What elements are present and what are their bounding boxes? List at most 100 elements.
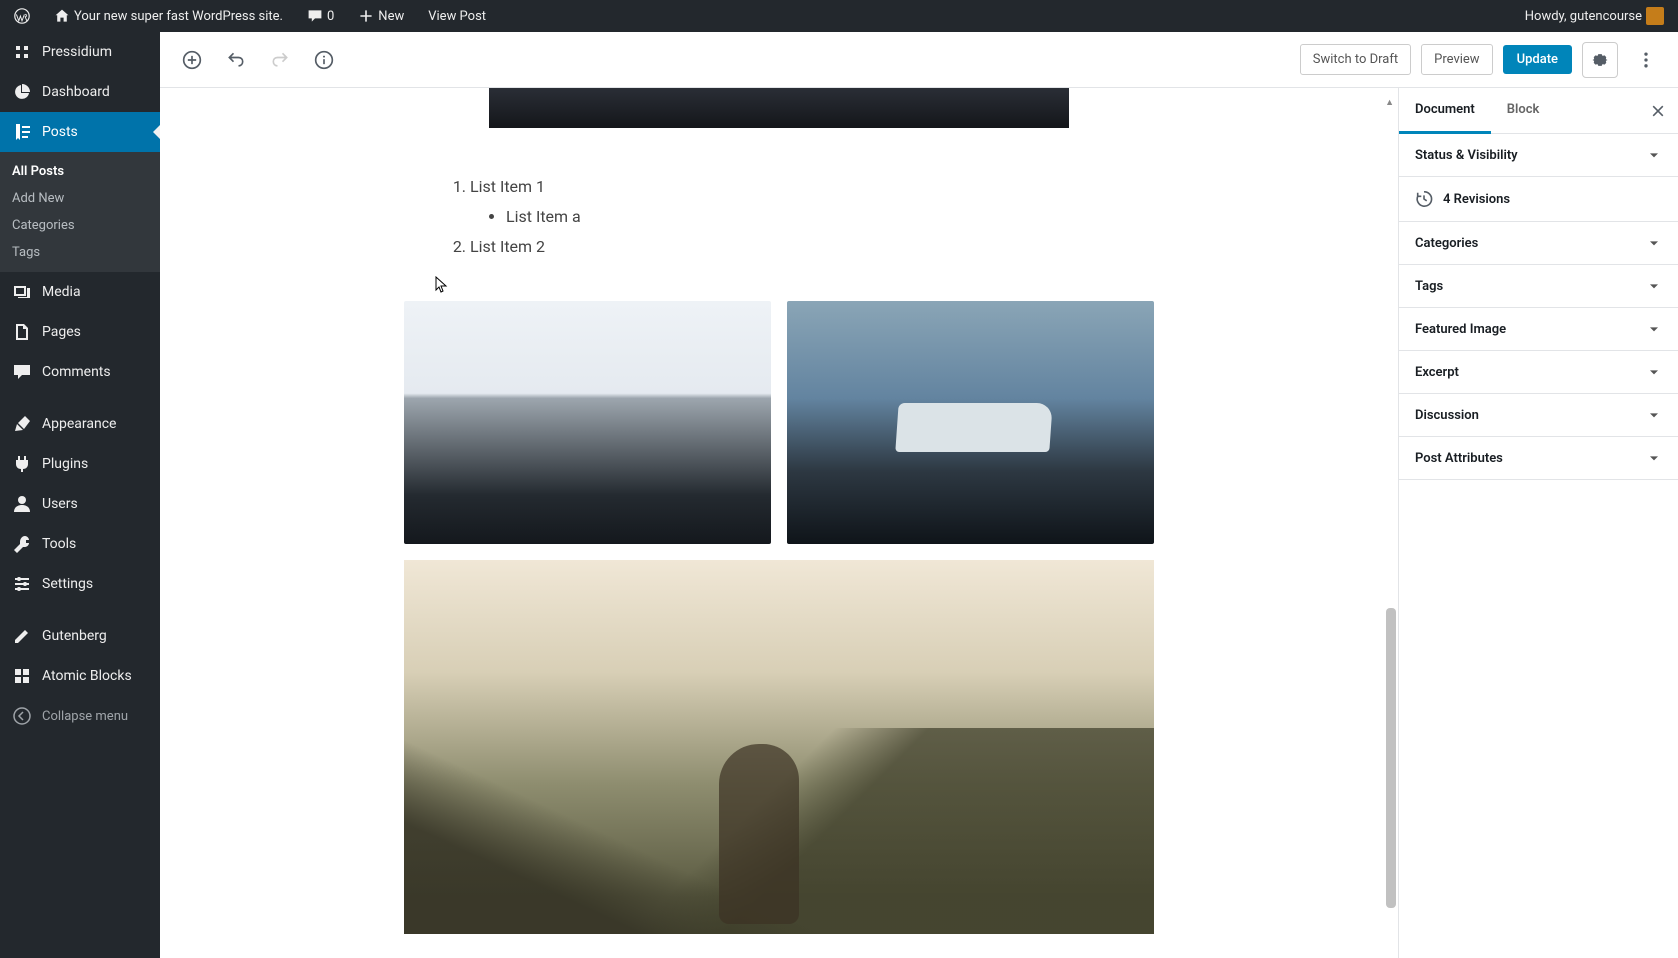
submenu-tags[interactable]: Tags (0, 239, 160, 266)
editor-body: List Item 1 List Item a List Item 2 (160, 88, 1678, 958)
more-options-button[interactable] (1628, 42, 1664, 78)
history-icon (1415, 190, 1433, 208)
panel-categories[interactable]: Categories (1399, 222, 1678, 265)
sidebar-item-media[interactable]: Media (0, 272, 160, 312)
sidebar-item-pages[interactable]: Pages (0, 312, 160, 352)
submenu-all-posts[interactable]: All Posts (0, 158, 160, 185)
admin-sidebar: Pressidium Dashboard Posts All Posts Add… (0, 32, 160, 958)
revisions-button[interactable]: 4 Revisions (1399, 177, 1678, 222)
sidebar-item-settings[interactable]: Settings (0, 564, 160, 604)
tab-document[interactable]: Document (1399, 88, 1491, 134)
sidebar-label: Dashboard (42, 84, 110, 100)
posts-submenu: All Posts Add New Categories Tags (0, 152, 160, 272)
sidebar-label: Plugins (42, 456, 88, 472)
comments-icon (12, 362, 32, 382)
sidebar-item-posts[interactable]: Posts (0, 112, 160, 152)
comments-count: 0 (327, 9, 334, 24)
new-content-link[interactable]: New (352, 8, 410, 24)
close-icon (1650, 103, 1666, 119)
new-content-label: New (378, 9, 404, 24)
sidebar-item-users[interactable]: Users (0, 484, 160, 524)
sidebar-item-comments[interactable]: Comments (0, 352, 160, 392)
sidebar-item-appearance[interactable]: Appearance (0, 404, 160, 444)
tools-icon (12, 534, 32, 554)
chevron-down-icon (1646, 147, 1662, 163)
undo-button[interactable] (218, 42, 254, 78)
panel-title: Status & Visibility (1415, 148, 1518, 163)
redo-icon (270, 50, 290, 70)
plus-icon (358, 8, 374, 24)
scrollbar-thumb[interactable] (1386, 608, 1396, 908)
user-account-link[interactable]: Howdy, gutencourse (1519, 7, 1670, 25)
collapse-menu-button[interactable]: Collapse menu (0, 696, 160, 736)
ordered-list-block[interactable]: List Item 1 List Item a List Item 2 (452, 173, 1154, 261)
info-icon (314, 50, 334, 70)
sidebar-item-plugins[interactable]: Plugins (0, 444, 160, 484)
gallery-image[interactable] (787, 301, 1154, 544)
atomic-icon (12, 666, 32, 686)
editor-header: Switch to Draft Preview Update (160, 32, 1678, 88)
image-block[interactable] (489, 88, 1069, 128)
list-item[interactable]: List Item 2 (470, 233, 1154, 260)
update-button[interactable]: Update (1503, 45, 1572, 74)
sidebar-label: Pages (42, 324, 81, 340)
pressidium-icon (12, 42, 32, 62)
list-item[interactable]: List Item a (506, 203, 1154, 230)
wp-logo-icon[interactable] (8, 8, 36, 24)
switch-to-draft-button[interactable]: Switch to Draft (1300, 44, 1411, 75)
panel-featured-image[interactable]: Featured Image (1399, 308, 1678, 351)
sidebar-item-pressidium[interactable]: Pressidium (0, 32, 160, 72)
comments-link[interactable]: 0 (301, 8, 340, 24)
add-block-button[interactable] (174, 42, 210, 78)
gallery-image[interactable] (404, 301, 771, 544)
howdy-text: Howdy, gutencourse (1525, 9, 1642, 24)
panel-excerpt[interactable]: Excerpt (1399, 351, 1678, 394)
collapse-label: Collapse menu (42, 709, 128, 724)
kebab-icon (1636, 50, 1656, 70)
media-icon (12, 282, 32, 302)
editor-canvas[interactable]: List Item 1 List Item a List Item 2 (160, 88, 1398, 958)
panel-title: Post Attributes (1415, 451, 1503, 466)
chevron-down-icon (1646, 235, 1662, 251)
chevron-down-icon (1646, 321, 1662, 337)
panel-tags[interactable]: Tags (1399, 265, 1678, 308)
close-settings-button[interactable] (1644, 97, 1672, 125)
gallery-block[interactable] (404, 301, 1154, 934)
panel-title: Tags (1415, 279, 1443, 294)
panel-discussion[interactable]: Discussion (1399, 394, 1678, 437)
submenu-add-new[interactable]: Add New (0, 185, 160, 212)
sidebar-label: Tools (42, 536, 76, 552)
posts-icon (12, 122, 32, 142)
settings-toggle-button[interactable] (1582, 42, 1618, 78)
view-post-link[interactable]: View Post (422, 9, 492, 24)
panel-status-visibility[interactable]: Status & Visibility (1399, 134, 1678, 177)
sidebar-label: Atomic Blocks (42, 668, 132, 684)
sidebar-item-dashboard[interactable]: Dashboard (0, 72, 160, 112)
list-item[interactable]: List Item 1 (470, 173, 1154, 200)
site-title-link[interactable]: Your new super fast WordPress site. (48, 8, 289, 24)
gallery-image[interactable] (404, 560, 1154, 934)
view-post-label: View Post (428, 9, 486, 24)
panel-post-attributes[interactable]: Post Attributes (1399, 437, 1678, 480)
sidebar-label: Comments (42, 364, 111, 380)
panel-title: Categories (1415, 236, 1478, 251)
chevron-down-icon (1646, 278, 1662, 294)
info-button[interactable] (306, 42, 342, 78)
chevron-down-icon (1646, 407, 1662, 423)
panel-title: Excerpt (1415, 365, 1459, 380)
sidebar-item-gutenberg[interactable]: Gutenberg (0, 616, 160, 656)
plus-circle-icon (182, 50, 202, 70)
tab-block[interactable]: Block (1491, 88, 1556, 133)
scroll-up-indicator (1385, 90, 1394, 109)
redo-button[interactable] (262, 42, 298, 78)
sidebar-item-tools[interactable]: Tools (0, 524, 160, 564)
settings-tabs: Document Block (1399, 88, 1678, 134)
users-icon (12, 494, 32, 514)
mouse-cursor (435, 276, 449, 298)
preview-button[interactable]: Preview (1421, 44, 1492, 75)
gutenberg-icon (12, 626, 32, 646)
sidebar-item-atomic-blocks[interactable]: Atomic Blocks (0, 656, 160, 696)
plugins-icon (12, 454, 32, 474)
submenu-categories[interactable]: Categories (0, 212, 160, 239)
sidebar-label: Gutenberg (42, 628, 107, 644)
